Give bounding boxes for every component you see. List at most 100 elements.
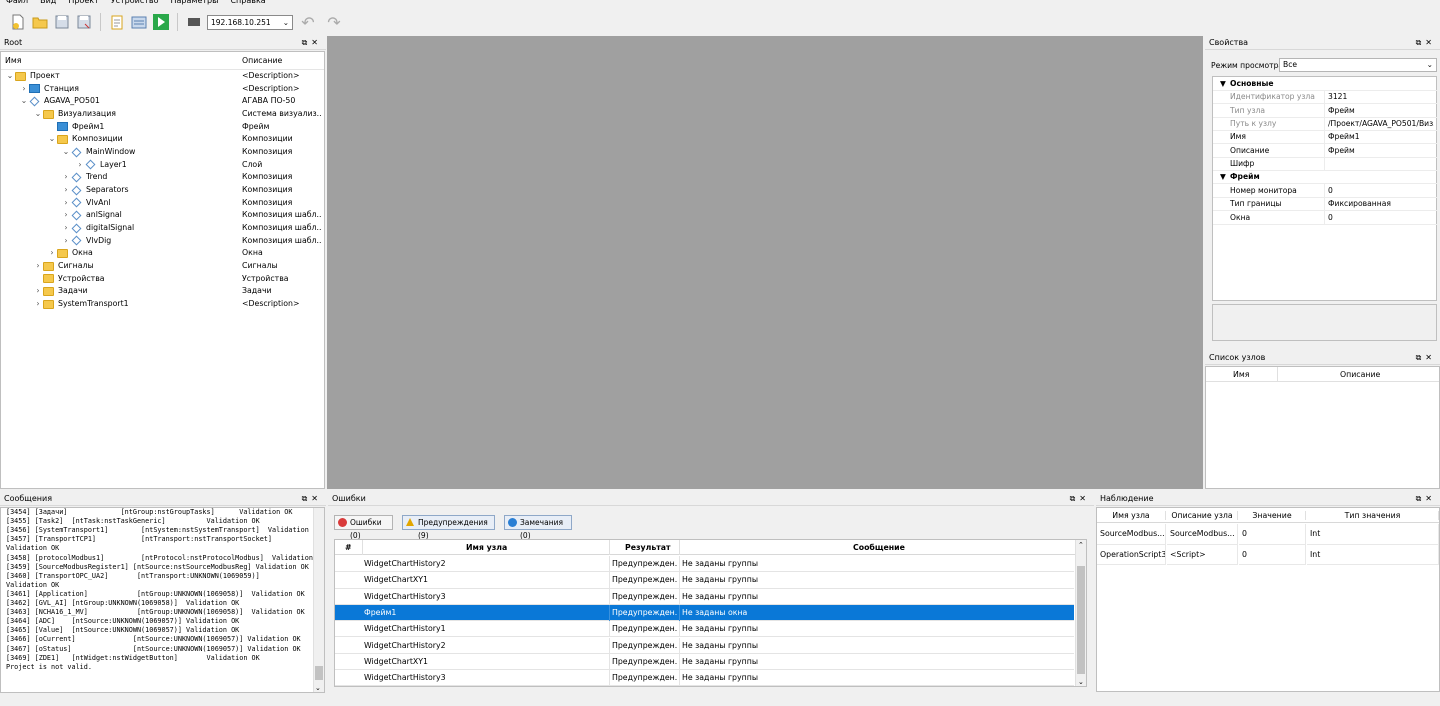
watch-cell[interactable]: Int [1307,544,1439,565]
watch-cell[interactable]: <Script> [1167,544,1238,565]
props-value[interactable]: 0 [1328,211,1434,224]
error-row[interactable]: Фрейм1 Предупрежден... Не заданы окна [335,604,1074,622]
ip-address-select[interactable]: 192.168.10.251 ⌄ [207,14,293,30]
close-icon[interactable]: ✕ [1425,38,1436,47]
chevron-down-icon[interactable]: ⌄ [5,70,15,83]
tree-item[interactable]: › Separators Композиция [1,184,324,197]
redo-icon[interactable]: ↷ [323,13,345,32]
scrollbar-thumb[interactable] [315,666,323,680]
menu-item-4[interactable]: Параметры [171,0,219,8]
close-icon[interactable]: ✕ [1425,353,1436,362]
tree-item[interactable]: ⌄ Проект <Description> [1,70,324,83]
tree-item[interactable]: › Станция <Description> [1,83,324,96]
chevron-right-icon[interactable]: › [33,285,43,298]
props-value[interactable]: Фрейм1 [1328,130,1434,143]
watch-cell[interactable]: SourceModbus... [1097,524,1166,545]
scroll-down-icon[interactable]: ⌄ [1078,678,1084,686]
props-row[interactable]: Описание Фрейм [1213,143,1437,157]
chevron-down-icon[interactable]: ⌄ [33,108,43,121]
tree-item[interactable]: ⌄ Визуализация Система визуализ... [1,108,324,121]
tree-item[interactable]: › VlvDig Композиция шабл... [1,235,324,248]
tree-item[interactable]: › VlvAnl Композиция [1,197,324,210]
clipboard-icon[interactable] [108,13,126,31]
chevron-down-icon[interactable]: ⌄ [47,133,57,146]
chevron-right-icon[interactable]: › [61,171,71,184]
watch-header-cell[interactable]: Значение [1239,511,1306,520]
collapse-icon[interactable]: ▼ [1220,77,1226,90]
watch-cell[interactable]: 0 [1239,544,1306,565]
close-icon[interactable]: ✕ [1079,494,1090,503]
watch-cell[interactable]: SourceModbus... [1167,524,1238,545]
props-row[interactable]: Идентификатор узла 3121 [1213,90,1437,104]
close-icon[interactable]: ✕ [1425,494,1436,503]
error-row[interactable]: WidgetChartXY1 Предупрежден... Не заданы г… [335,572,1074,589]
props-row[interactable]: Имя Фрейм1 [1213,130,1437,144]
error-row[interactable]: WidgetChartHistory2 Предупрежден... Не зад… [335,556,1074,573]
chevron-right-icon[interactable]: › [33,298,43,311]
props-row[interactable]: Тип границы Фиксированная [1213,197,1437,211]
collapse-icon[interactable]: ▼ [1220,170,1226,183]
watch-cell[interactable]: 0 [1239,524,1306,545]
chevron-right-icon[interactable]: › [19,83,29,96]
tree-item[interactable]: › Trend Композиция [1,171,324,184]
float-icon[interactable]: ⧉ [1416,38,1426,47]
tree-item[interactable]: › SystemTransport1 <Description> [1,298,324,311]
scroll-down-icon[interactable]: ⌄ [315,684,321,692]
error-row[interactable]: WidgetChartHistory3 Предупрежден... Не зад… [335,670,1074,687]
messages-scrollbar[interactable]: ⌄ [313,508,324,692]
save-as-icon[interactable] [75,13,93,31]
chevron-right-icon[interactable]: › [33,260,43,273]
chevron-right-icon[interactable]: › [61,209,71,222]
save-icon[interactable] [53,13,71,31]
props-value[interactable]: Фрейм [1328,144,1434,157]
props-row[interactable]: Тип узла Фрейм [1213,103,1437,117]
tree-item[interactable]: › Layer1 Слой [1,159,324,172]
view-mode-select[interactable]: Все ⌄ [1279,58,1437,72]
tree-item[interactable]: ⌄ MainWindow Композиция [1,146,324,159]
watch-cell[interactable]: Int [1307,524,1439,545]
build-icon[interactable] [130,13,148,31]
chevron-right-icon[interactable]: › [61,184,71,197]
error-row[interactable]: WidgetChartHistory1 Предупрежден... Не зад… [335,621,1074,638]
tree-item[interactable]: ⌄ Композиции Композиции [1,133,324,146]
float-icon[interactable]: ⧉ [302,494,312,503]
errors-filter-button[interactable]: Ошибки (0) [334,515,393,540]
chevron-right-icon[interactable]: › [61,197,71,210]
tree-item[interactable]: Устройства Устройства [1,273,324,286]
tree-item[interactable]: ⌄ AGAVA_PO501 АГАВА ПО-50 [1,95,324,108]
props-row[interactable]: Номер монитора 0 [1213,183,1437,197]
tree-item[interactable]: › Задачи Задачи [1,285,324,298]
tree-item[interactable]: › Сигналы Сигналы [1,260,324,273]
menu-item-1[interactable]: Вид [40,0,56,8]
props-row[interactable]: Окна 0 [1213,210,1437,224]
run-icon[interactable] [152,13,170,31]
chevron-down-icon[interactable]: ⌄ [19,95,29,108]
tree-item[interactable]: Фрейм1 Фрейм [1,121,324,134]
error-row[interactable]: WidgetChartHistory3 Предупрежден... Не зад… [335,588,1074,605]
error-row[interactable]: WidgetChartXY1 Предупрежден... Не заданы г… [335,653,1074,671]
tree-item[interactable]: › anlSignal Композиция шабл... [1,209,324,222]
float-icon[interactable]: ⧉ [1070,494,1080,503]
watch-header-cell[interactable]: Тип значения [1307,511,1439,520]
warnings-filter-button[interactable]: Предупреждения (9) [402,515,495,540]
props-row[interactable]: Шифр [1213,157,1437,171]
scroll-up-icon[interactable]: ⌃ [1078,541,1084,549]
watch-cell[interactable]: OperationScript3 [1097,544,1166,565]
props-value[interactable]: Фиксированная [1328,197,1434,210]
menu-item-2[interactable]: Проект [68,0,98,8]
tree-item[interactable]: › digitalSignal Композиция шабл... [1,222,324,235]
open-folder-icon[interactable] [31,13,49,31]
chevron-right-icon[interactable]: › [61,222,71,235]
props-value[interactable]: 0 [1328,184,1434,197]
menu-item-5[interactable]: Справка [230,0,265,8]
watch-header-cell[interactable]: Описание узла [1167,511,1238,520]
new-file-icon[interactable] [9,13,27,31]
props-group[interactable]: ▼ Фрейм [1213,170,1437,183]
chevron-right-icon[interactable]: › [47,247,57,260]
props-group[interactable]: ▼ Основные [1213,77,1437,90]
float-icon[interactable]: ⧉ [302,38,312,47]
error-row[interactable]: WidgetChartHistory2 Предупрежден... Не зад… [335,637,1074,654]
props-row[interactable]: Путь к узлу/Проект/AGAVA_PO501/Виз... [1213,117,1437,131]
close-icon[interactable]: ✕ [311,38,322,47]
float-icon[interactable]: ⧉ [1416,494,1426,503]
